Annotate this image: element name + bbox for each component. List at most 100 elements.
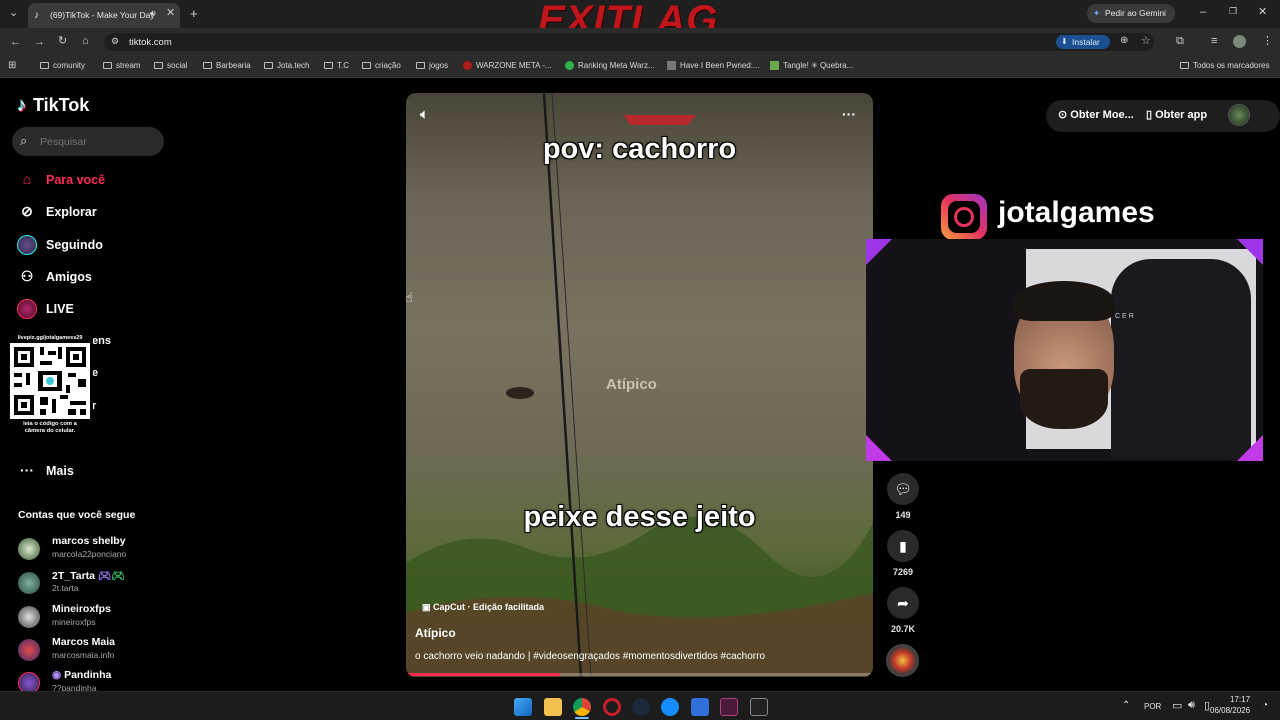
forward-icon[interactable]: →: [34, 37, 45, 48]
bookmark-link[interactable]: Have I Been Pwned:...: [667, 60, 760, 72]
search-icon: ⌕: [20, 133, 28, 148]
nav-live[interactable]: LIVE: [16, 297, 74, 320]
profile-avatar[interactable]: [1233, 35, 1246, 48]
all-bookmarks-folder[interactable]: Todos os marcadores: [1180, 60, 1269, 72]
tab-search-icon[interactable]: ⌄: [9, 8, 18, 19]
save-count: 7269: [892, 567, 914, 577]
livepix-qr-overlay: livepix.gg/jotalgamess29 leia o código c…: [7, 333, 93, 441]
app-icon[interactable]: [691, 698, 709, 716]
nav-partial-item[interactable]: ens: [92, 330, 111, 352]
webcam-frame-corner: [1237, 435, 1263, 461]
account-handle: ??pandinha: [52, 683, 97, 691]
network-icon[interactable]: ▭: [1172, 699, 1182, 712]
bookmark-link[interactable]: Tangle! ✳ Quebra...: [770, 60, 853, 72]
qr-caption: leia o código com a câmera do celular.: [23, 421, 77, 434]
video-more-icon[interactable]: ···: [842, 106, 856, 122]
bookmark-label: Todos os marcadores: [1193, 61, 1270, 70]
bookmark-folder[interactable]: comunity: [40, 60, 85, 72]
bookmark-folder[interactable]: social: [154, 60, 187, 72]
mouse-cursor-icon: ☝︎: [405, 290, 413, 305]
capcut-badge[interactable]: ▣ CapCut · Edição facilitada: [422, 602, 544, 613]
sound-disc-avatar[interactable]: [886, 644, 919, 677]
bookmark-folder[interactable]: jogos: [416, 60, 448, 72]
account-handle: marcosmaia.info: [52, 650, 115, 660]
site-info-icon[interactable]: ⚙: [111, 37, 119, 46]
tab-close-icon[interactable]: ✕: [166, 8, 175, 19]
comment-action[interactable]: 💬︎ 149: [886, 473, 920, 520]
bookmark-link[interactable]: WARZONE META -...: [463, 60, 552, 72]
bookmark-folder[interactable]: T.C: [324, 60, 349, 72]
video-author[interactable]: Atípico: [415, 626, 456, 640]
home-icon[interactable]: ⌂: [82, 36, 89, 47]
bookmark-folder[interactable]: Jota.tech: [264, 60, 309, 72]
restore-icon[interactable]: ❐: [1229, 7, 1237, 16]
reload-icon[interactable]: ↻: [58, 36, 67, 47]
nav-more[interactable]: ··· Mais: [16, 459, 74, 481]
zoom-icon[interactable]: ⊕: [1120, 36, 1128, 46]
user-avatar[interactable]: [1228, 104, 1250, 126]
windows-start-icon[interactable]: [514, 698, 532, 716]
extensions-icon[interactable]: ⧉: [1176, 36, 1184, 47]
mute-icon[interactable]: 🔈︎: [420, 106, 429, 123]
browser-tab-tiktok[interactable]: ♪ (69)TikTok - Make Your Day: [28, 3, 180, 28]
search-input[interactable]: [40, 133, 158, 150]
window-close-icon[interactable]: ✕: [1258, 7, 1267, 18]
get-coins-label: Obter Moe...: [1070, 109, 1134, 121]
coin-icon: ⊙: [1058, 109, 1068, 121]
volume-icon[interactable]: 🔊︎: [1188, 699, 1195, 712]
vegas-icon[interactable]: [720, 698, 738, 716]
file-explorer-icon[interactable]: [544, 698, 562, 716]
bookmark-link[interactable]: Ranking Meta Warz...: [565, 60, 655, 72]
nav-friends[interactable]: ⚇ Amigos: [16, 265, 92, 287]
install-button[interactable]: ⬇ Instalar: [1056, 35, 1110, 49]
opera-icon[interactable]: [603, 698, 621, 716]
get-app-button[interactable]: ▯ Obter app: [1146, 108, 1207, 121]
clock-time[interactable]: 17:17: [1230, 695, 1250, 704]
gamepad-icon: 🎮︎: [97, 570, 112, 582]
bookmark-star-icon[interactable]: ☆: [1141, 36, 1151, 47]
clock-date[interactable]: 06/08/2026: [1210, 706, 1250, 715]
tab-audio-icon[interactable]: 🔊︎: [150, 9, 156, 18]
video-player[interactable]: 🔈︎ ··· pov: cachorro Atípico peixe desse…: [406, 93, 873, 677]
epic-games-icon[interactable]: [750, 698, 768, 716]
chrome-menu-icon[interactable]: ⋮: [1262, 36, 1273, 47]
minimize-icon[interactable]: –: [1200, 7, 1206, 18]
steam-icon[interactable]: [632, 698, 650, 716]
address-bar[interactable]: ⚙ tiktok.com ⬇ Instalar ⊕ ☆: [104, 33, 1154, 51]
share-action[interactable]: ➦ 20.7K: [886, 587, 920, 634]
notifications-icon[interactable]: ◔: [1262, 700, 1268, 711]
input-language[interactable]: POR: [1144, 702, 1161, 711]
live-avatar-icon: [16, 297, 38, 320]
video-progress-track[interactable]: [406, 673, 873, 676]
nav-label: Para você: [46, 173, 106, 187]
bookmark-folder[interactable]: criação: [362, 60, 401, 72]
nav-following[interactable]: Seguindo: [16, 233, 103, 256]
account-handle: 2t.tarta: [52, 583, 79, 593]
bookmark-label: jogos: [429, 61, 449, 70]
bookmark-folder[interactable]: stream: [103, 60, 140, 72]
nav-label: ens: [92, 335, 111, 347]
get-coins-button[interactable]: ⊙ Obter Moe...: [1058, 108, 1134, 121]
apps-grid-icon[interactable]: ⊞: [8, 61, 16, 71]
battlenet-icon[interactable]: [661, 698, 679, 716]
save-action[interactable]: ▮ 7269: [886, 530, 920, 577]
nav-explore[interactable]: ⊘ Explorar: [16, 200, 97, 222]
back-icon[interactable]: ←: [10, 37, 21, 48]
folder-icon: [264, 62, 273, 70]
nav-for-you[interactable]: ⌂ Para você: [16, 168, 105, 190]
avatar: [18, 572, 40, 594]
nav-label: LIVE: [46, 302, 74, 316]
reading-list-icon[interactable]: ≡: [1211, 36, 1217, 47]
webcam-beard: [1020, 369, 1108, 429]
bookmark-folder[interactable]: Barbearia: [203, 60, 251, 72]
install-icon: ⬇: [1061, 37, 1068, 46]
gemini-button[interactable]: ✦ Pedir ao Gemini: [1087, 4, 1175, 23]
tiktok-logo[interactable]: ♪ TikTok: [17, 95, 89, 119]
nav-label: Mais: [46, 464, 74, 478]
search-box[interactable]: ⌕: [12, 127, 164, 156]
account-name: 2T_Tarta 🎮︎🎮︎: [52, 570, 125, 582]
new-tab-icon[interactable]: +: [190, 7, 198, 20]
browser-tab-bar: ⌄ ♪ (69)TikTok - Make Your Day 🔊︎ ✕ + EX…: [0, 0, 1280, 42]
tray-chevron-icon[interactable]: ⌃: [1122, 700, 1130, 711]
chrome-icon[interactable]: [573, 698, 591, 716]
